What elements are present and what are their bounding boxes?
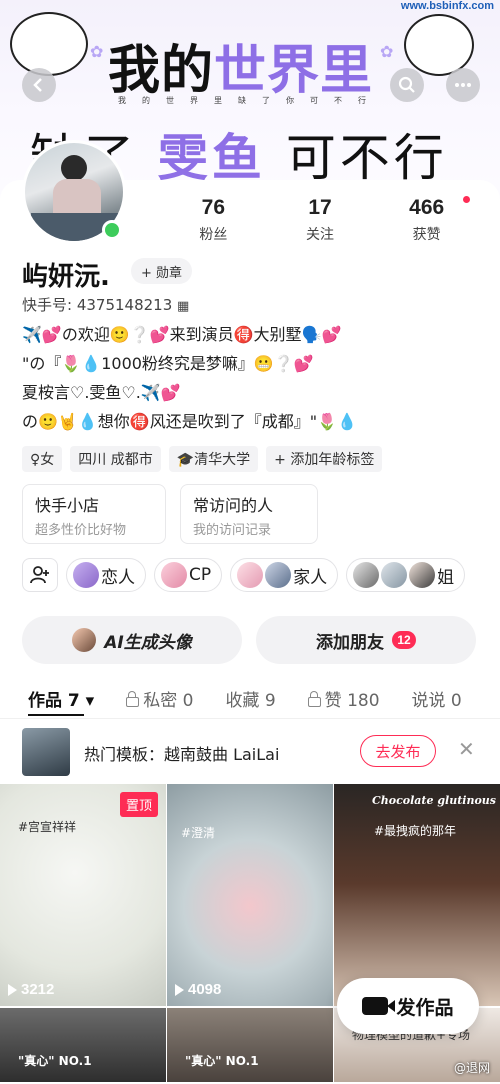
profile-stats: 76 粉丝 17 关注 466 获赞	[160, 196, 480, 244]
lock-icon	[126, 691, 140, 707]
watermark: www.bsbinfx.com	[400, 0, 494, 12]
play-count: 4098	[175, 981, 221, 998]
search-button[interactable]	[390, 68, 424, 102]
doodle-bear-right	[404, 14, 474, 76]
close-icon[interactable]: ✕	[458, 737, 475, 761]
stat-following[interactable]: 17 关注	[267, 196, 374, 244]
banner-small-line: 我的世界里缺了你可不行	[118, 96, 382, 105]
notification-dot	[463, 196, 470, 203]
more-button[interactable]	[446, 68, 480, 102]
tab-favorites[interactable]: 收藏 9	[225, 686, 275, 711]
avatar	[265, 562, 292, 588]
doodle-bear-left	[10, 12, 88, 76]
add-medal-button[interactable]: + 勋章	[131, 258, 193, 284]
relation-lover[interactable]: 恋人	[66, 558, 146, 592]
avatar	[161, 562, 187, 588]
add-relation-button[interactable]	[22, 558, 58, 592]
avatar	[381, 562, 408, 588]
profile-entries: 快手小店 超多性价比好物 常访问的人 我的访问记录	[22, 484, 318, 544]
hot-template-bar: 热门模板：越南鼓曲 LaiLai 去发布 ✕	[0, 718, 500, 782]
banner-title-line1: 我的世界里	[108, 41, 374, 101]
video-caption: #最拽疯的那年	[374, 824, 457, 838]
avatar	[237, 562, 264, 588]
video-caption: "真心" NO.1	[185, 1054, 259, 1068]
action-buttons: AI生成头像 添加朋友 12	[22, 616, 476, 664]
tag-gender[interactable]: ♀女	[22, 446, 63, 472]
stat-likes[interactable]: 466 获赞	[373, 196, 480, 244]
profile-bio: ✈️💕の欢迎🙂❔💕来到演员🉐大别墅🗣️💕 "の『🌷💧1000粉终究是梦嘛』😬❔💕…	[22, 320, 492, 436]
content-tabs: 作品 7 ▾ 私密 0 收藏 9 赞 180 说说 0	[0, 682, 500, 714]
online-status-dot	[102, 220, 122, 240]
video-header: Chocolate glutinous	[372, 794, 496, 807]
frequent-visitors-entry[interactable]: 常访问的人 我的访问记录	[180, 484, 318, 544]
bio-line: "の『🌷💧1000粉终究是梦嘛』😬❔💕	[22, 354, 314, 373]
video-card[interactable]: "真心" NO.1	[0, 1008, 166, 1082]
sparkle-icon: ✿	[380, 42, 394, 61]
relation-cp[interactable]: CP	[154, 558, 223, 592]
qr-code-icon[interactable]: ▦	[177, 299, 189, 314]
add-friend-badge: 12	[392, 631, 416, 649]
go-publish-button[interactable]: 去发布	[360, 735, 436, 767]
kuaishou-id[interactable]: 快手号: 4375148213 ▦	[22, 294, 189, 315]
profile-name: 屿妍沅.	[22, 262, 110, 292]
tab-private[interactable]: 私密 0	[126, 686, 193, 711]
relations-row: 恋人 CP 家人 姐	[22, 558, 466, 592]
stat-fans[interactable]: 76 粉丝	[160, 196, 267, 244]
avatar	[72, 628, 97, 652]
video-card[interactable]: "真心" NO.1	[167, 1008, 333, 1082]
avatar	[73, 562, 99, 588]
video-card[interactable]: #澄清 4098	[167, 784, 333, 1006]
bio-line: 夏桉言♡.雯鱼♡.✈️💕	[22, 383, 181, 402]
add-friend-button[interactable]: 添加朋友 12	[256, 616, 476, 664]
avatar	[409, 562, 436, 588]
play-count: 3212	[8, 981, 54, 998]
tag-add-age[interactable]: + 添加年龄标签	[266, 446, 383, 472]
video-caption: "真心" NO.1	[18, 1054, 92, 1068]
profile-tags: ♀女 四川 成都市 🎓清华大学 + 添加年龄标签	[22, 446, 383, 472]
more-dots-icon	[455, 83, 471, 87]
tag-school[interactable]: 🎓清华大学	[168, 446, 259, 472]
avatar	[353, 562, 380, 588]
search-icon	[398, 76, 415, 93]
video-card[interactable]: 置顶 #宫宣祥祥 3212	[0, 784, 166, 1006]
bio-line: ✈️💕の欢迎🙂❔💕来到演员🉐大别墅🗣️💕	[22, 325, 342, 344]
lock-icon	[307, 691, 321, 707]
active-tab-indicator	[28, 714, 84, 716]
publish-button[interactable]: 发作品	[337, 978, 479, 1034]
video-card[interactable]: Chocolate glutinous #最拽疯的那年	[334, 784, 500, 1006]
tab-posts[interactable]: 说说 0	[412, 686, 462, 711]
ai-avatar-button[interactable]: AI生成头像	[22, 616, 242, 664]
camera-icon	[362, 997, 396, 1015]
video-caption: #宫宣祥祥	[18, 820, 77, 834]
bio-line: の🙂🤘💧想你🉐风还是吹到了『成都』"🌷💧	[22, 412, 357, 431]
shop-entry[interactable]: 快手小店 超多性价比好物	[22, 484, 166, 544]
tag-location[interactable]: 四川 成都市	[70, 446, 161, 472]
pinned-badge: 置顶	[119, 792, 158, 817]
template-thumbnail[interactable]	[22, 728, 70, 776]
footer-watermark: @退网	[453, 1061, 490, 1075]
sparkle-icon: ✿	[90, 42, 104, 61]
video-caption: #澄清	[181, 826, 216, 840]
tab-likes[interactable]: 赞 180	[307, 686, 380, 711]
back-button[interactable]	[22, 68, 56, 102]
chevron-left-icon	[33, 78, 42, 92]
add-person-icon	[30, 566, 49, 584]
relation-sister[interactable]: 姐	[346, 558, 466, 592]
relation-family[interactable]: 家人	[230, 558, 339, 592]
video-grid: 置顶 #宫宣祥祥 3212 #澄清 4098 Chocolate glutino…	[0, 784, 500, 1082]
tab-works[interactable]: 作品 7 ▾	[28, 686, 94, 711]
hot-template-text: 热门模板：越南鼓曲 LaiLai	[84, 745, 280, 764]
